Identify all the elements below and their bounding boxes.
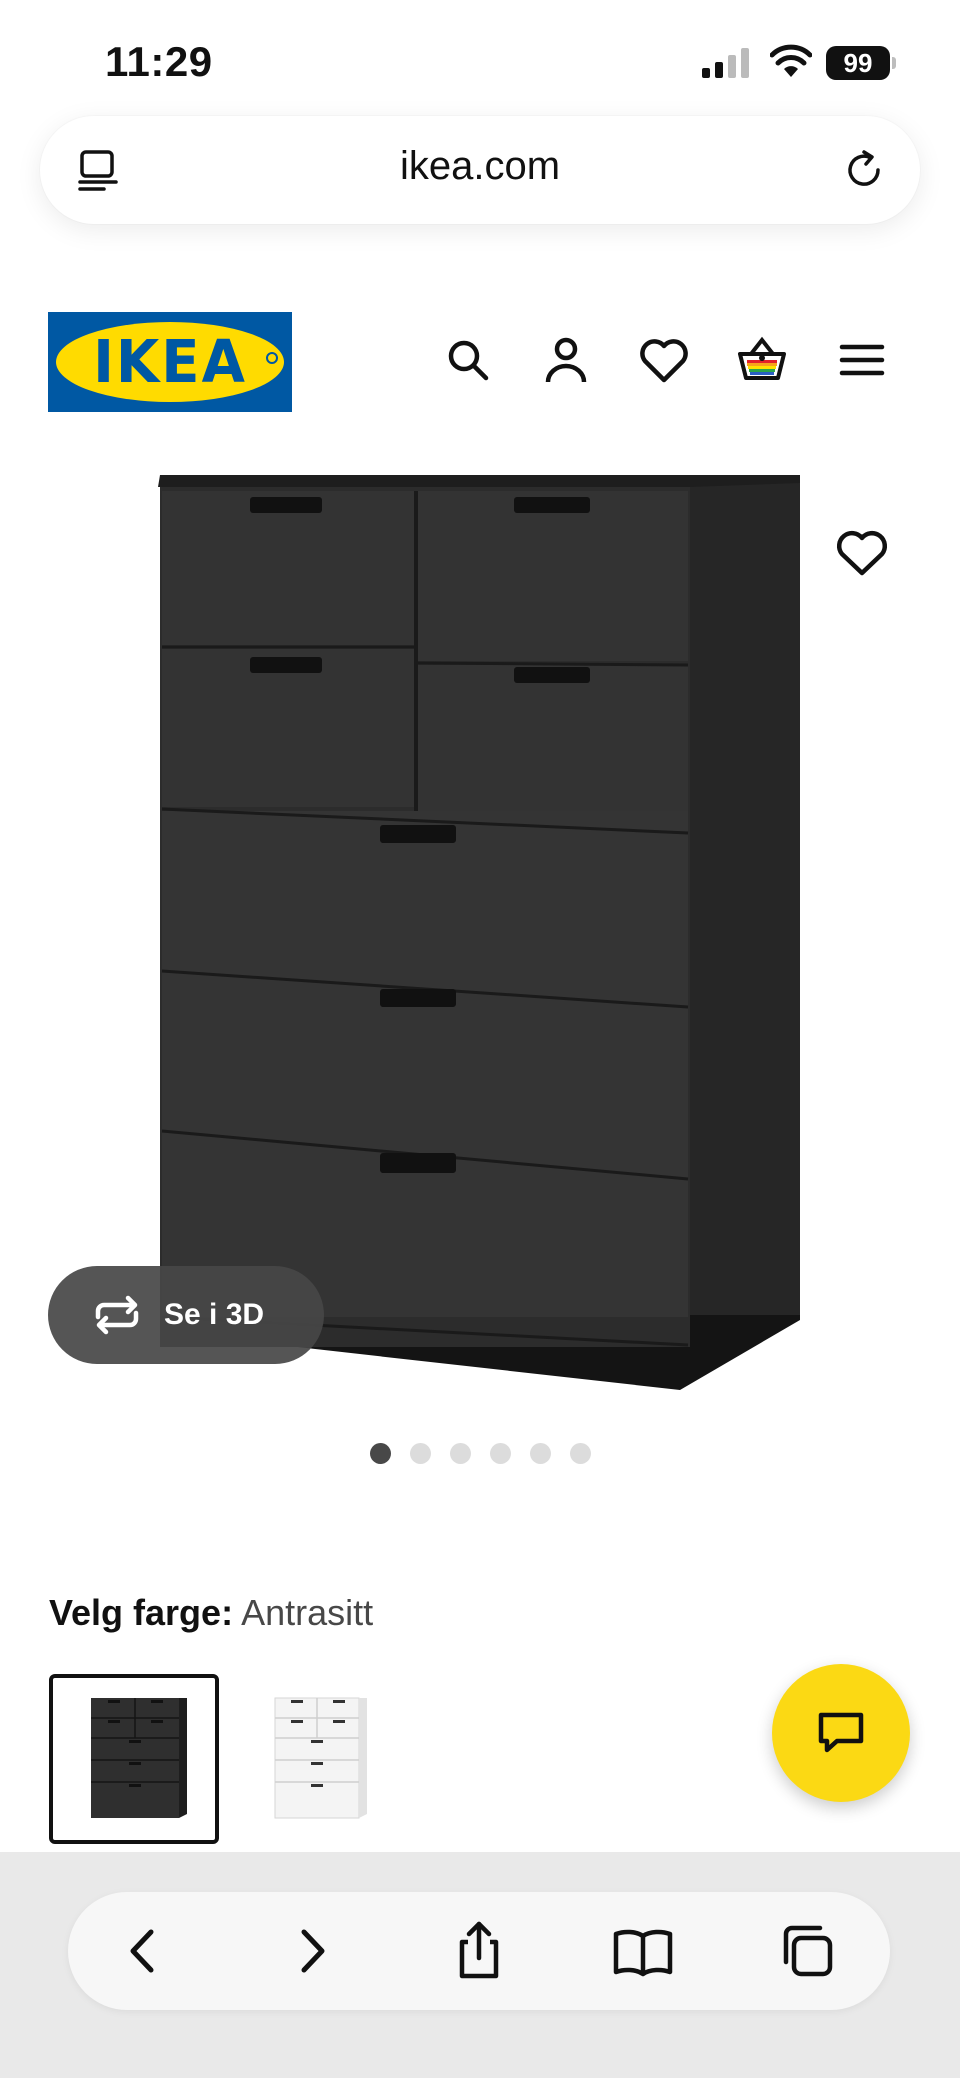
status-bar: 11:29 99 xyxy=(0,0,960,120)
wifi-icon xyxy=(770,44,812,77)
carousel-dot[interactable] xyxy=(490,1443,511,1464)
account-icon[interactable] xyxy=(540,334,592,386)
product-favorite-heart-icon[interactable] xyxy=(834,526,890,578)
product-image[interactable] xyxy=(150,465,810,1400)
color-label-value: Antrasitt xyxy=(241,1592,374,1633)
carousel-dot[interactable] xyxy=(570,1443,591,1464)
carousel-dot[interactable] xyxy=(410,1443,431,1464)
see-in-3d-label: Se i 3D xyxy=(164,1298,265,1331)
battery-icon: 99 xyxy=(826,46,896,80)
search-icon[interactable] xyxy=(442,334,494,386)
cellular-signal-icon xyxy=(702,48,749,78)
back-icon[interactable] xyxy=(113,1920,175,1982)
logo-wordmark: IKEA xyxy=(93,328,247,397)
see-in-3d-button[interactable]: Se i 3D xyxy=(48,1266,324,1364)
browser-toolbar xyxy=(68,1892,890,2010)
color-swatch-anthracite[interactable] xyxy=(49,1674,219,1844)
ikea-logo[interactable]: IKEA xyxy=(48,312,292,412)
color-label-key: Velg farge: xyxy=(49,1592,234,1633)
carousel-dot[interactable] xyxy=(530,1443,551,1464)
battery-level: 99 xyxy=(826,46,890,80)
share-icon[interactable] xyxy=(448,1920,510,1982)
rotate-3d-icon xyxy=(95,1295,139,1335)
carousel-dot[interactable] xyxy=(370,1443,391,1464)
status-time: 11:29 xyxy=(105,38,213,85)
hamburger-menu-icon[interactable] xyxy=(836,334,888,386)
carousel-dot[interactable] xyxy=(450,1443,471,1464)
chat-bubble-icon xyxy=(818,1712,864,1753)
color-selection-label: Velg farge: Antrasitt xyxy=(49,1592,373,1634)
shopping-basket-icon[interactable] xyxy=(736,334,788,386)
bookmarks-icon[interactable] xyxy=(612,1920,674,1982)
address-bar[interactable]: ikea.com xyxy=(40,116,920,224)
color-swatch-white[interactable] xyxy=(225,1674,395,1844)
url-text[interactable]: ikea.com xyxy=(40,144,920,189)
image-carousel-dots[interactable] xyxy=(370,1443,600,1465)
reload-icon[interactable] xyxy=(840,146,888,194)
forward-icon[interactable] xyxy=(280,1920,342,1982)
chat-button[interactable] xyxy=(772,1664,910,1802)
wishlist-heart-icon[interactable] xyxy=(638,334,690,386)
tabs-icon[interactable] xyxy=(778,1920,840,1982)
